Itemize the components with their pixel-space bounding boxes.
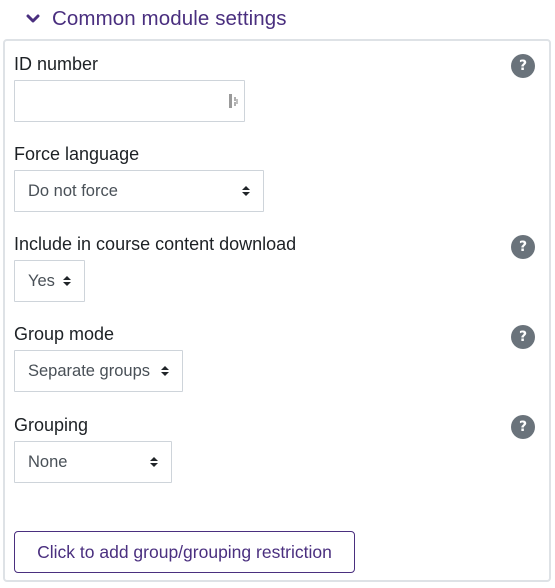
select-caret-icon bbox=[242, 186, 250, 196]
add-group-restriction-button[interactable]: Click to add group/grouping restriction bbox=[14, 531, 355, 573]
select-caret-icon bbox=[150, 457, 158, 467]
group-mode-label: Group mode bbox=[14, 324, 115, 344]
password-manager-icon bbox=[229, 94, 239, 113]
id-number-input[interactable] bbox=[14, 80, 245, 122]
download-value: Yes bbox=[28, 271, 55, 290]
select-caret-icon bbox=[63, 276, 71, 286]
download-label: Include in course content download bbox=[14, 234, 297, 254]
help-icon-id-number[interactable]: ? bbox=[511, 54, 535, 78]
grouping-value: None bbox=[28, 452, 68, 471]
help-icon-group-mode[interactable]: ? bbox=[511, 325, 535, 349]
help-icon-grouping[interactable]: ? bbox=[511, 415, 535, 439]
download-select[interactable]: Yes bbox=[14, 260, 85, 302]
grouping-select[interactable]: None bbox=[14, 441, 172, 483]
section-toggle-common-module-settings[interactable]: Common module settings bbox=[22, 4, 287, 34]
force-language-select[interactable]: Do not force bbox=[14, 170, 264, 212]
id-number-label: ID number bbox=[14, 54, 99, 74]
force-language-label: Force language bbox=[14, 144, 140, 164]
chevron-down-icon bbox=[22, 8, 44, 30]
group-mode-value: Separate groups bbox=[28, 361, 151, 380]
force-language-value: Do not force bbox=[28, 181, 118, 200]
grouping-label: Grouping bbox=[14, 415, 89, 435]
group-mode-select[interactable]: Separate groups bbox=[14, 350, 183, 392]
help-icon-download[interactable]: ? bbox=[511, 235, 535, 259]
section-title: Common module settings bbox=[52, 7, 287, 30]
select-caret-icon bbox=[161, 366, 169, 376]
